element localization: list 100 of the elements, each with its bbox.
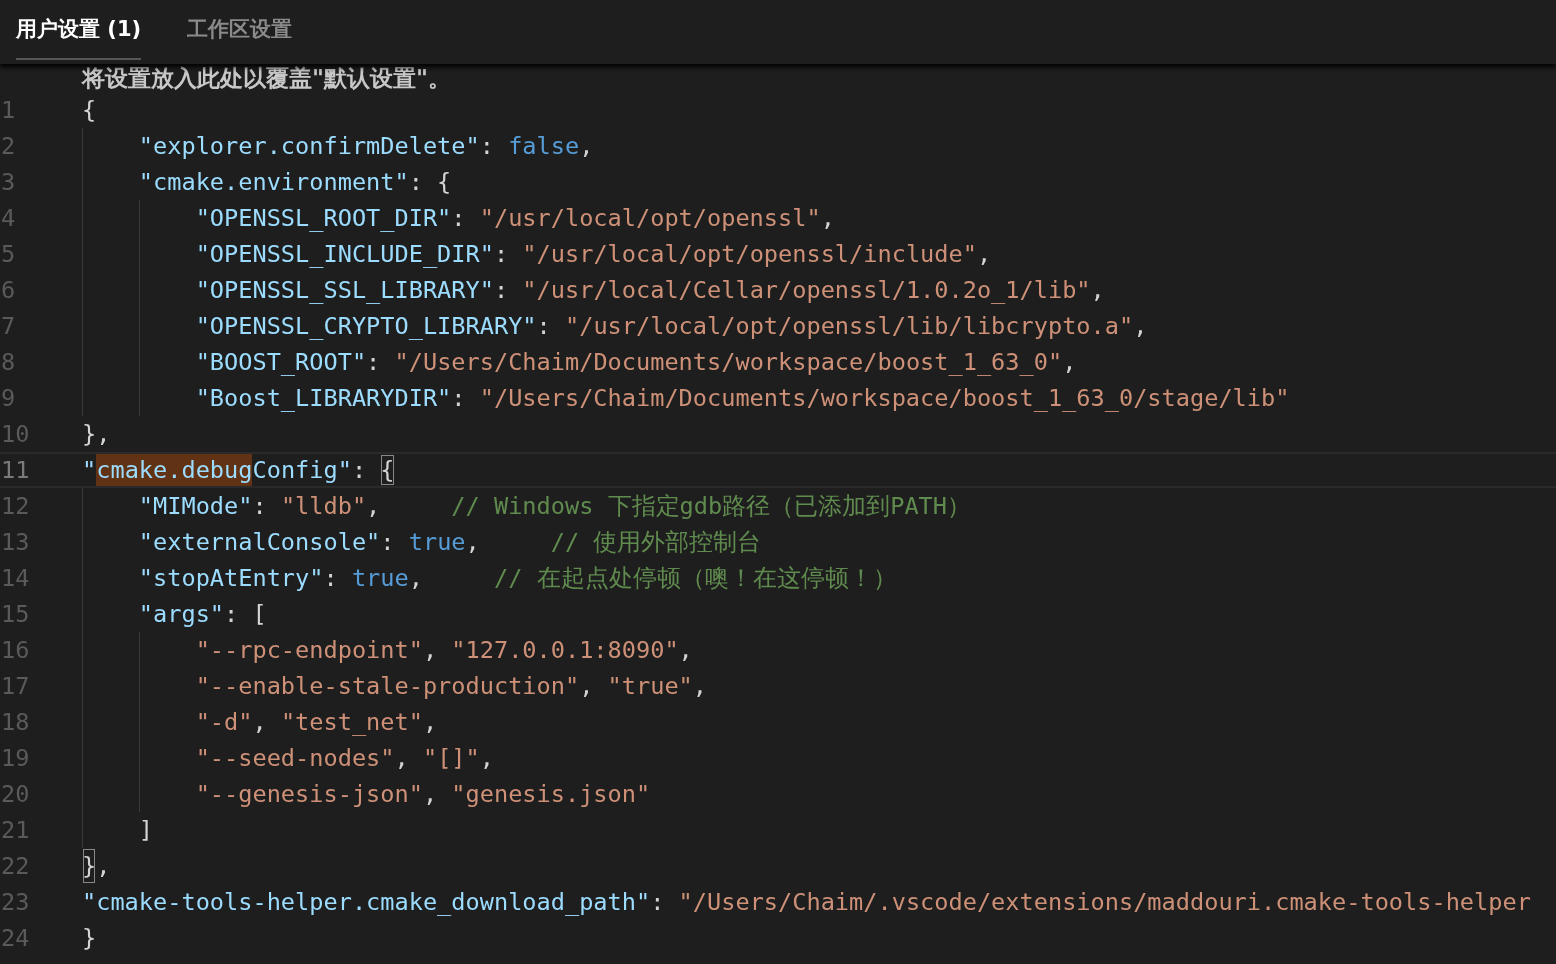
code-token: , [408,563,424,594]
code-token: : [351,455,368,486]
code-token: , [96,851,111,882]
code-token: : [366,347,382,378]
line-number: 24 [0,923,31,954]
code-token: , [579,671,595,702]
code-token: { [82,95,97,126]
code-token: cmake.debug [96,454,253,486]
line-number: 12 [0,491,31,522]
code-token: , [1090,275,1105,306]
code-token: "OPENSSL_SSL_LIBRARY" [195,275,494,306]
code-token: "/Users/Chaim/Documents/workspace/boost_1_63_0/stage/lib" [479,383,1290,414]
matched-bracket: { [380,454,395,486]
code-token: "test_net" [280,707,423,738]
code-token: "--genesis-json" [195,779,423,810]
code-token: , [465,527,481,558]
code-token: , [394,743,410,774]
line-number: 8 [0,347,17,378]
code-token: : [536,311,552,342]
code-token: : [451,383,467,414]
code-token: false [508,131,580,162]
code-token: "args" [138,599,225,630]
code-token: true [408,527,466,558]
line-number: 17 [0,671,31,702]
settings-tab[interactable]: 用户设置 (1) [16,0,142,60]
line-number: 3 [0,167,17,198]
code-token: "explorer.confirmDelete" [138,131,480,162]
code-token: "cmake.environment" [138,167,409,198]
code-token: , [678,635,693,666]
code-token: : [479,131,495,162]
code-token: , [422,635,439,666]
code-token: ] [138,815,154,846]
line-number: 16 [0,635,31,666]
code-token: , [422,779,439,810]
code-token: "/Users/Chaim/.vscode/extensions/maddouri.cmake-tools-helper [678,887,1531,918]
code-token: "MIMode" [138,491,253,522]
line-number: 5 [0,239,17,270]
code-token: } [82,923,97,954]
code-token: : [493,275,510,306]
line-number: 11 [0,455,31,486]
code-token: "lldb" [280,491,367,522]
line-number: 4 [0,203,17,234]
code-token: "genesis.json" [451,779,651,810]
code-token: "--enable-stale-production" [195,671,580,702]
code-comment: // 在起点处停顿（噢！在这停顿！） [493,563,897,594]
settings-tab[interactable]: 工作区设置 [187,0,293,60]
code-token: , [976,239,992,270]
code-token: , [479,743,494,774]
code-token: : [650,887,666,918]
matched-bracket: } [82,848,97,884]
line-number: 22 [0,851,31,882]
code-token: , [579,131,594,162]
code-token: , [366,491,382,522]
code-token: , [252,707,268,738]
code-token: "/Users/Chaim/Documents/workspace/boost_1_63_0" [394,347,1063,378]
code-token: , [820,203,835,234]
code-token: "cmake-tools-helper.cmake_download_path" [82,887,651,918]
line-number: 6 [0,275,17,306]
line-number: 10 [0,419,31,450]
code-token: : [323,563,339,594]
code-token: "--seed-nodes" [195,743,395,774]
line-number: 2 [0,131,17,162]
code-token: : [493,239,510,270]
line-number: 9 [0,383,17,414]
code-token: : [252,491,268,522]
code-token: : { [408,167,452,198]
code-token: : [ [224,599,267,630]
code-token: " [82,455,97,486]
code-comment: // Windows 下指定gdb路径（已添加到PATH） [451,491,972,522]
line-number: 1 [0,95,17,126]
code-token: , [1133,311,1148,342]
line-number: 15 [0,599,31,630]
code-token: "/usr/local/opt/openssl" [479,203,821,234]
code-token: Config" [252,455,352,486]
code-token: }, [82,419,111,450]
code-token: "127.0.0.1:8090" [451,635,679,666]
code-token: , [1062,347,1077,378]
line-number: 23 [0,887,31,918]
code-token: "--rpc-endpoint" [195,635,423,666]
line-number: 21 [0,815,31,846]
code-token: "OPENSSL_CRYPTO_LIBRARY" [195,311,537,342]
code-token: "/usr/local/opt/openssl/include" [522,239,977,270]
code-token: : [451,203,467,234]
line-number: 13 [0,527,31,558]
line-number: 18 [0,707,31,738]
code-token: "OPENSSL_INCLUDE_DIR" [195,239,494,270]
code-token: "/usr/local/Cellar/openssl/1.0.2o_1/lib" [522,275,1091,306]
line-number: 14 [0,563,31,594]
code-token: "stopAtEntry" [138,563,324,594]
code-token: "[]" [422,743,480,774]
line-number: 19 [0,743,31,774]
code-token: "-d" [195,707,253,738]
code-comment: // 使用外部控制台 [550,527,762,558]
code-token: , [692,671,708,702]
code-token: true [351,563,409,594]
settings-hint: 将设置放入此处以覆盖"默认设置"。 [82,65,451,91]
code-token: "/usr/local/opt/openssl/lib/libcrypto.a" [564,311,1134,342]
code-token: , [422,707,438,738]
code-token: "true" [607,671,693,702]
code-token: : [380,527,396,558]
